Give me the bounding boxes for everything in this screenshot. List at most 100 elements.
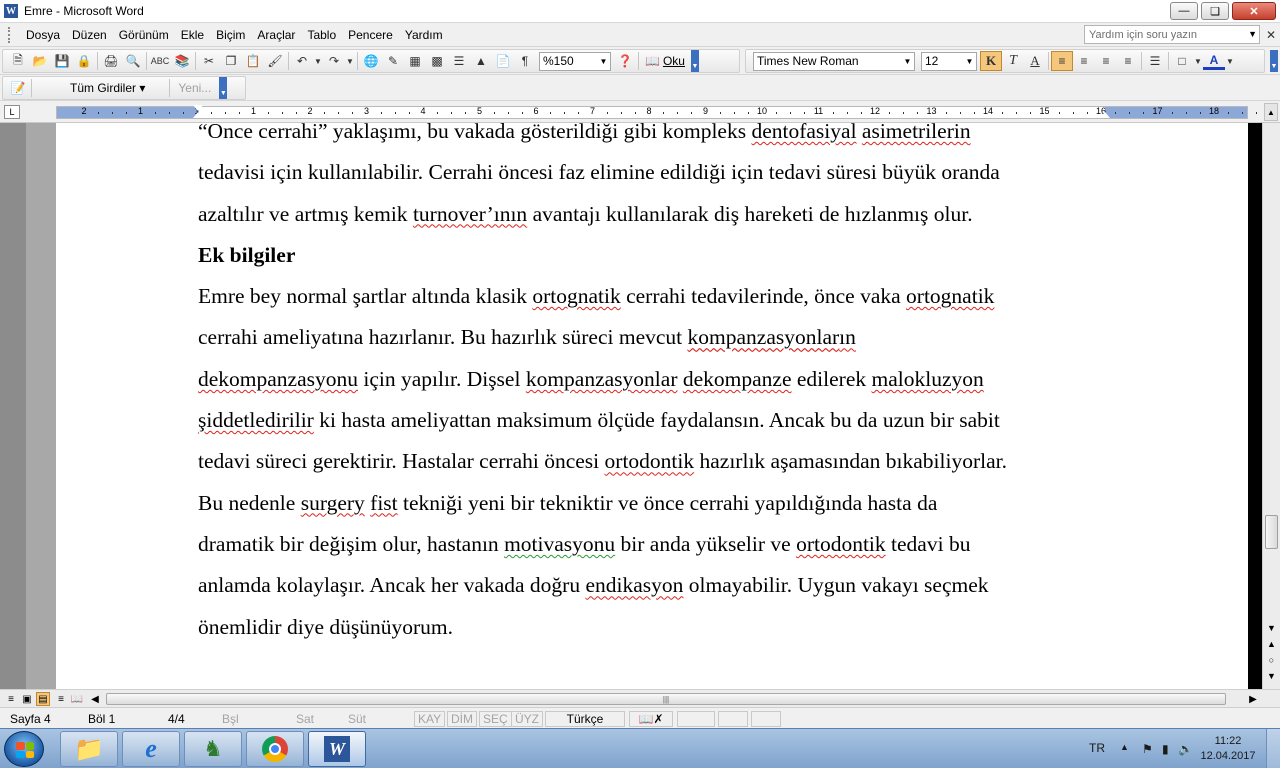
italic-button[interactable]: T xyxy=(1002,51,1024,71)
text-line[interactable]: dekompanzasyonu için yapılır. Dişsel kom… xyxy=(198,359,1118,400)
section-heading[interactable]: Ek bilgiler xyxy=(198,235,1118,276)
hyperlink-icon[interactable]: 🌐 xyxy=(360,51,382,71)
align-left-icon[interactable]: ≡ xyxy=(1051,51,1073,71)
document-body[interactable]: “Önce cerrahi” yaklaşımı, bu vakada göst… xyxy=(198,123,1118,648)
next-page-icon[interactable]: ▼ xyxy=(1265,669,1278,683)
text-line[interactable]: şiddetledirilir ki hasta ameliyattan mak… xyxy=(198,400,1118,441)
insert-excel-icon[interactable]: ▩ xyxy=(426,51,448,71)
language-indicator[interactable]: TR xyxy=(1089,741,1105,755)
redo-dropdown-icon[interactable]: ▼ xyxy=(345,51,355,71)
action-center-icon[interactable]: ⚑ xyxy=(1142,742,1153,756)
chevron-down-icon[interactable]: ▼ xyxy=(1248,29,1257,39)
scroll-left-icon[interactable]: ◀ xyxy=(88,692,102,706)
font-size-select[interactable]: 12 ▼ xyxy=(921,51,977,71)
menu-yardim[interactable]: Yardım xyxy=(399,28,449,42)
columns-icon[interactable]: ☰ xyxy=(448,51,470,71)
menu-bicim[interactable]: Biçim xyxy=(210,28,251,42)
menu-grip-handle[interactable] xyxy=(8,26,14,43)
document-map-icon[interactable]: 📄 xyxy=(492,51,514,71)
text-line[interactable]: tedavisi için kullanılabilir. Cerrahi ön… xyxy=(198,152,1118,193)
menu-tablo[interactable]: Tablo xyxy=(301,28,342,42)
restore-button[interactable]: ❏ xyxy=(1201,2,1229,20)
spelling-icon[interactable]: ABC xyxy=(149,51,171,71)
new-comment-button[interactable]: Yeni... xyxy=(172,81,217,95)
bullets-icon[interactable]: ☰ xyxy=(1144,51,1166,71)
horizontal-scrollbar[interactable]: ≡ ▣ ▤ ≡ 📖 ◀ ||| ▶ xyxy=(0,689,1280,707)
network-status-icon[interactable]: ▮ xyxy=(1162,742,1169,756)
justify-icon[interactable]: ≡ xyxy=(1117,51,1139,71)
font-color-icon[interactable]: A xyxy=(1203,52,1225,70)
print-icon[interactable]: 🖨 xyxy=(100,51,122,71)
bold-button[interactable]: K xyxy=(980,51,1002,71)
word-app-icon[interactable]: W xyxy=(4,4,18,18)
borders-icon[interactable]: □ xyxy=(1171,51,1193,71)
status-language[interactable]: Türkçe xyxy=(545,711,625,727)
text-line[interactable]: önemlidir diye düşünüyorum. xyxy=(198,607,1118,648)
scroll-down-icon[interactable]: ▼ xyxy=(1265,621,1278,635)
document-close-icon[interactable]: ✕ xyxy=(1266,28,1276,42)
permission-icon[interactable]: 🔒 xyxy=(73,51,95,71)
web-layout-view-icon[interactable]: ▣ xyxy=(20,692,34,706)
menu-ekle[interactable]: Ekle xyxy=(175,28,210,42)
text-line[interactable]: anlamda kolaylaşır. Ancak her vakada doğ… xyxy=(198,565,1118,606)
text-line[interactable]: azaltılır ve artmış kemik turnover’ının … xyxy=(198,194,1118,235)
hanging-indent-marker[interactable] xyxy=(193,112,203,118)
menu-pencere[interactable]: Pencere xyxy=(342,28,399,42)
status-trk[interactable]: DİM xyxy=(447,711,477,727)
close-button[interactable]: ✕ xyxy=(1232,2,1276,20)
text-line[interactable]: “Önce cerrahi” yaklaşımı, bu vakada göst… xyxy=(198,123,1118,152)
menu-gorunum[interactable]: Görünüm xyxy=(113,28,175,42)
file-explorer-taskbar-button[interactable]: 📁 xyxy=(60,731,118,767)
font-color-dropdown-icon[interactable]: ▼ xyxy=(1225,51,1235,71)
vertical-scrollbar[interactable]: ▼ ▲ ○ ▼ xyxy=(1262,123,1280,689)
save-icon[interactable]: 💾 xyxy=(51,51,73,71)
status-ext[interactable]: SEÇ xyxy=(479,711,512,727)
review-display-select[interactable]: Tüm Girdiler ▾ xyxy=(64,81,151,95)
open-folder-icon[interactable]: 📂 xyxy=(29,51,51,71)
scroll-up-icon[interactable]: ▲ xyxy=(1264,103,1278,121)
redo-icon[interactable]: ↷ xyxy=(323,51,345,71)
cut-icon[interactable]: ✂ xyxy=(198,51,220,71)
chevron-down-icon[interactable]: ▼ xyxy=(598,54,609,69)
first-line-indent-marker[interactable] xyxy=(193,105,203,111)
show-desktop-button[interactable] xyxy=(1266,729,1280,768)
menu-araclar[interactable]: Araçlar xyxy=(251,28,301,42)
start-button[interactable] xyxy=(4,731,44,767)
paste-icon[interactable]: 📋 xyxy=(242,51,264,71)
drawing-icon[interactable]: ▲ xyxy=(470,51,492,71)
menu-dosya[interactable]: Dosya xyxy=(20,28,66,42)
network-taskbar-button[interactable]: ♞ xyxy=(184,731,242,767)
vertical-scroll-thumb[interactable] xyxy=(1265,515,1278,549)
internet-explorer-taskbar-button[interactable]: e xyxy=(122,731,180,767)
reading-layout-view-icon[interactable]: 📖 xyxy=(70,692,84,706)
print-preview-icon[interactable]: 🔍 xyxy=(122,51,144,71)
undo-dropdown-icon[interactable]: ▼ xyxy=(313,51,323,71)
underline-button[interactable]: A xyxy=(1024,51,1046,71)
format-painter-icon[interactable]: 🖌 xyxy=(264,51,286,71)
status-ovr[interactable]: ÜYZ xyxy=(511,711,543,727)
toolbar-options-icon[interactable]: ▼ xyxy=(690,50,699,72)
word-taskbar-button[interactable]: W xyxy=(308,731,366,767)
horizontal-ruler[interactable]: 2 1 1 1 2 3 4 5 6 7 8 9 10 11 12 13 14 15 16 17 18 xyxy=(56,106,1258,119)
font-name-select[interactable]: Times New Roman ▼ xyxy=(753,51,915,71)
outline-view-icon[interactable]: ≡ xyxy=(54,692,68,706)
text-line[interactable]: Emre bey normal şartlar altında klasik o… xyxy=(198,276,1118,317)
read-button[interactable]: 📖 Oku xyxy=(641,54,689,68)
help-search-input[interactable]: Yardım için soru yazın ▼ xyxy=(1084,25,1260,44)
new-document-icon[interactable]: 🗎 xyxy=(7,51,29,71)
insert-table-icon[interactable]: ▦ xyxy=(404,51,426,71)
chrome-taskbar-button[interactable] xyxy=(246,731,304,767)
align-right-icon[interactable]: ≡ xyxy=(1095,51,1117,71)
show-hide-pilcrow-icon[interactable]: ¶ xyxy=(514,51,536,71)
browse-object-icon[interactable]: ○ xyxy=(1265,653,1278,667)
show-hidden-icons-icon[interactable]: ▲ xyxy=(1120,742,1129,752)
print-layout-view-icon[interactable]: ▤ xyxy=(36,692,50,706)
status-rec[interactable]: KAY xyxy=(414,711,446,727)
scroll-right-icon[interactable]: ▶ xyxy=(1246,692,1260,706)
system-clock[interactable]: 11:22 12.04.2017 xyxy=(1200,734,1256,764)
chevron-down-icon[interactable]: ▼ xyxy=(902,54,913,69)
undo-icon[interactable]: ↶ xyxy=(291,51,313,71)
text-line[interactable]: Bu nedenle surgery fist tekniği yeni bir… xyxy=(198,483,1118,524)
borders-dropdown-icon[interactable]: ▼ xyxy=(1193,51,1203,71)
document-page[interactable]: “Önce cerrahi” yaklaşımı, bu vakada göst… xyxy=(57,123,1248,689)
